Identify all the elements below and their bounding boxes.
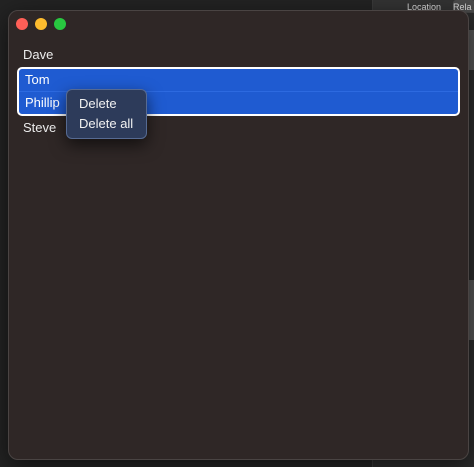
window-titlebar[interactable] [9, 11, 468, 35]
background-panel-strip [469, 280, 474, 340]
list-item-label: Steve [23, 120, 57, 135]
list-item[interactable]: Tom [19, 69, 458, 91]
app-window: Dave Tom Phillip Steve [8, 10, 469, 460]
close-window-button[interactable] [16, 18, 28, 30]
context-menu: Delete Delete all [66, 89, 147, 139]
context-menu-item-delete-all[interactable]: Delete all [67, 114, 146, 134]
list-item-label: Tom [25, 72, 50, 87]
background-panel-strip [469, 30, 474, 70]
context-menu-item-delete[interactable]: Delete [67, 94, 146, 114]
list-item-label: Phillip [25, 95, 60, 110]
minimize-window-button[interactable] [35, 18, 47, 30]
list-item-label: Dave [23, 47, 54, 62]
list-item[interactable]: Dave [17, 44, 460, 66]
zoom-window-button[interactable] [54, 18, 66, 30]
